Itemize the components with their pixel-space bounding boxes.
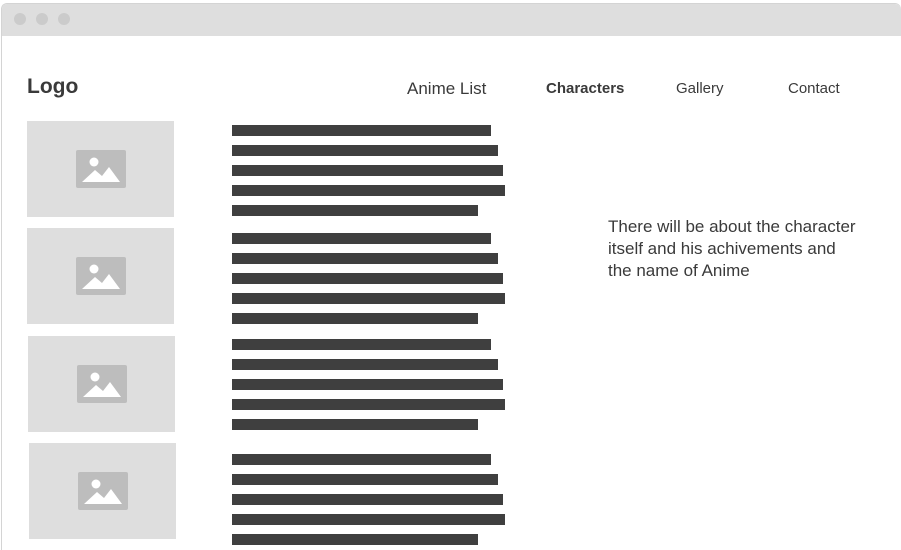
nav-anime-list[interactable]: Anime List bbox=[407, 79, 486, 99]
window-titlebar bbox=[2, 4, 901, 36]
text-line bbox=[232, 419, 478, 430]
nav-gallery[interactable]: Gallery bbox=[676, 80, 724, 97]
text-line bbox=[232, 165, 503, 176]
text-line bbox=[232, 514, 505, 525]
character-description: There will be about the character itself… bbox=[608, 217, 856, 280]
window-maximize-dot[interactable] bbox=[58, 13, 70, 25]
window-minimize-dot[interactable] bbox=[36, 13, 48, 25]
image-placeholder-icon bbox=[76, 257, 126, 295]
text-line bbox=[232, 145, 498, 156]
text-line bbox=[232, 359, 498, 370]
window-close-dot[interactable] bbox=[14, 13, 26, 25]
text-line bbox=[232, 474, 498, 485]
text-line bbox=[232, 379, 503, 390]
character-image-4[interactable] bbox=[29, 443, 176, 539]
character-image-1[interactable] bbox=[27, 121, 174, 217]
text-line bbox=[232, 313, 478, 324]
text-line bbox=[232, 125, 491, 136]
character-image-3[interactable] bbox=[28, 336, 175, 432]
image-placeholder-icon bbox=[76, 150, 126, 188]
text-line bbox=[232, 185, 505, 196]
text-line bbox=[232, 205, 478, 216]
text-line bbox=[232, 233, 491, 244]
site-logo[interactable]: Logo bbox=[27, 75, 78, 99]
text-line bbox=[232, 273, 503, 284]
nav-characters[interactable]: Characters bbox=[546, 80, 624, 97]
character-image-2[interactable] bbox=[27, 228, 174, 324]
text-line bbox=[232, 534, 478, 545]
text-line bbox=[232, 253, 498, 264]
text-line bbox=[232, 494, 503, 505]
image-placeholder-icon bbox=[78, 472, 128, 510]
nav-contact[interactable]: Contact bbox=[788, 80, 840, 97]
text-line bbox=[232, 339, 491, 350]
text-line bbox=[232, 399, 505, 410]
text-line bbox=[232, 293, 505, 304]
image-placeholder-icon bbox=[77, 365, 127, 403]
text-line bbox=[232, 454, 491, 465]
